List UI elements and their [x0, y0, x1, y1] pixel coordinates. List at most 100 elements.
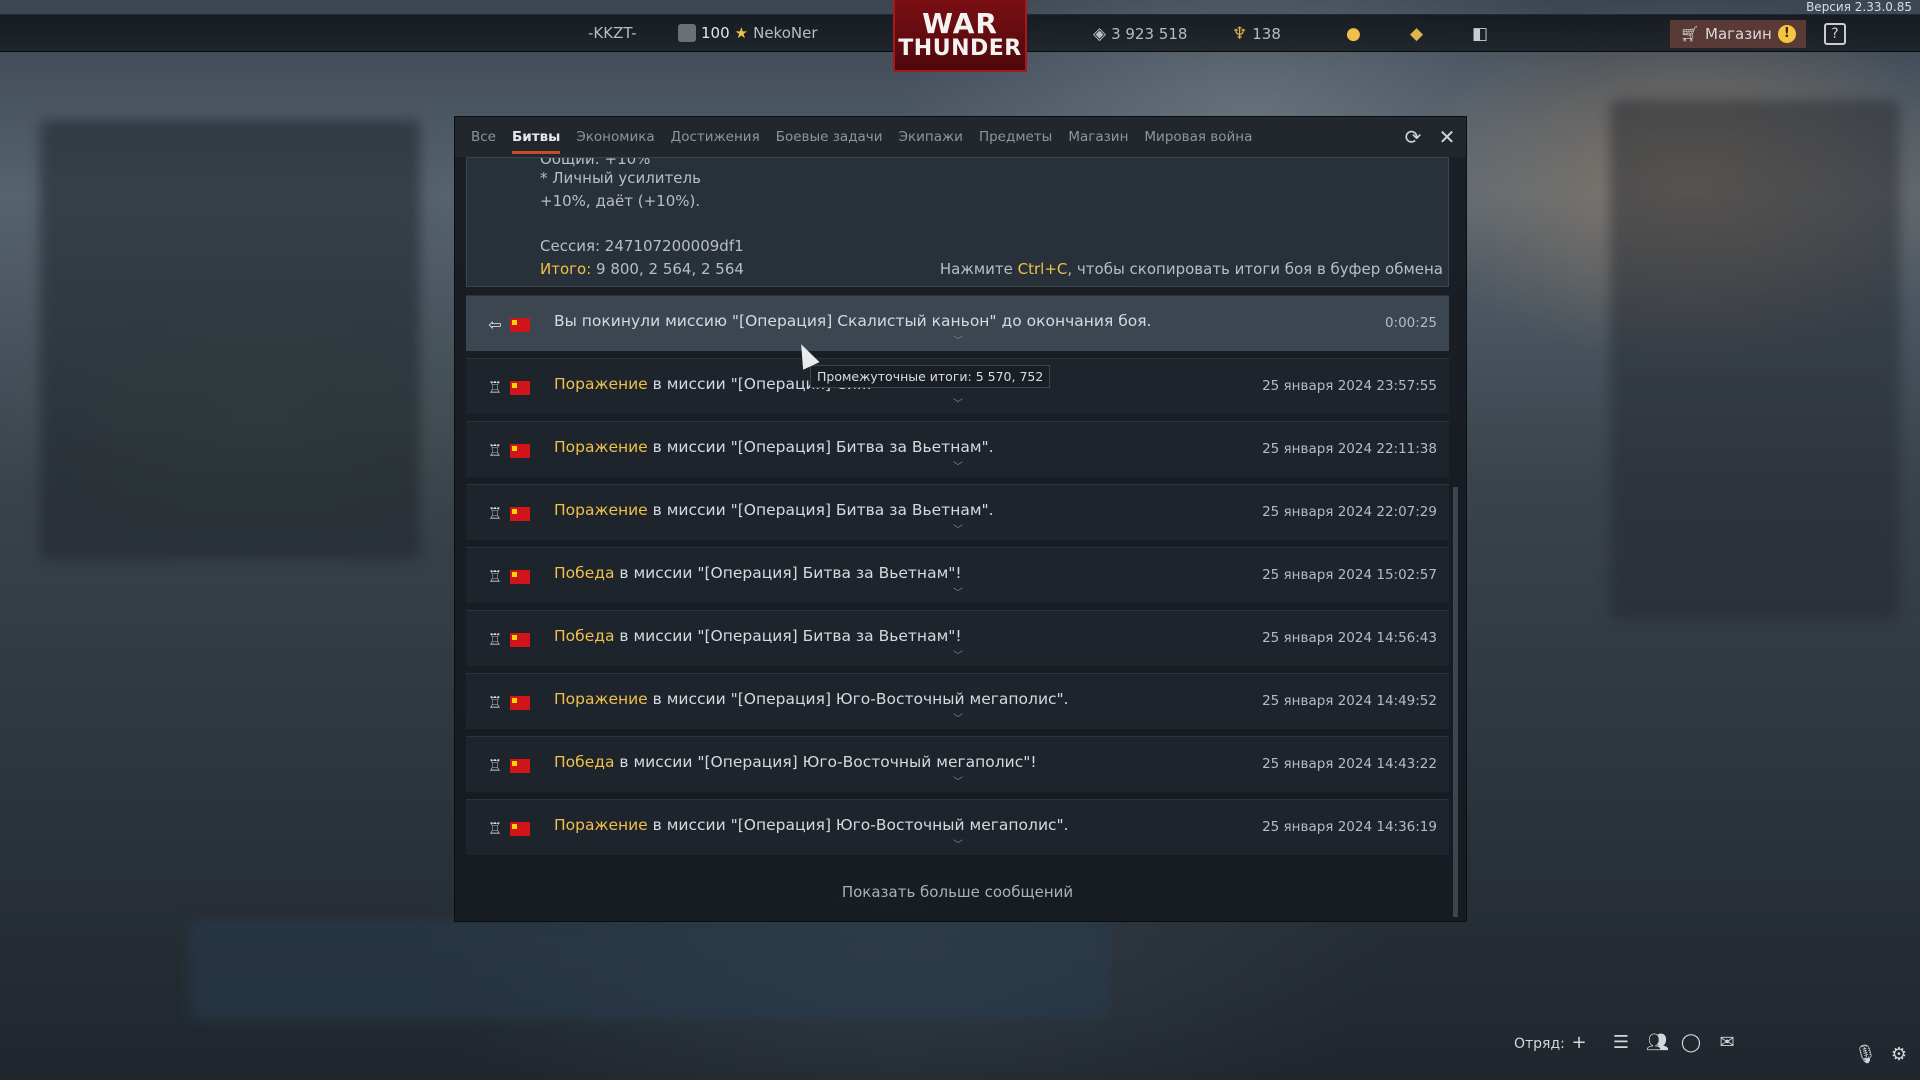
battle-log-dialog: Все Битвы Экономика Достижения Боевые за… [454, 116, 1467, 922]
golden-eagles-counter[interactable]: ♆ 138 [1232, 24, 1281, 44]
gear-icon: ⚙ [1890, 1044, 1908, 1065]
row-time: 25 января 2024 14:36:19 [1262, 819, 1437, 835]
question-icon: ? [1831, 26, 1839, 42]
trophy-icon: ♖ [487, 378, 503, 397]
research-points-button[interactable]: ● [1346, 24, 1361, 44]
china-flag-icon [510, 444, 530, 458]
battle-row[interactable]: ♖ Поражение в миссии "[Операция] Юго-Вост… [466, 673, 1449, 729]
coupon-icon: ◧ [1472, 24, 1489, 44]
row-result: Поражение [554, 438, 648, 456]
mail-icon: ✉ [1719, 1032, 1735, 1053]
chevron-down-icon[interactable]: ﹀ [953, 584, 963, 599]
battle-row[interactable]: ♖ Победа в миссии "[Операция] Юго-Восточн… [466, 736, 1449, 792]
battle-row[interactable]: ♖ Поражение в миссии "[Операция] Битва за… [466, 421, 1449, 477]
player-nickname: NekoNer [753, 24, 818, 42]
battle-row[interactable]: ♖ Победа в миссии "[Операция] Битва за Вь… [466, 547, 1449, 603]
tab-battles[interactable]: Битвы [504, 117, 568, 157]
exit-arrow-icon: ⇦ [488, 315, 502, 334]
row-text: в миссии "[Операция] Битва за Вьетнам"! [614, 564, 962, 582]
row-time: 25 января 2024 14:56:43 [1262, 630, 1437, 646]
trophy-icon: ♖ [487, 567, 503, 586]
background-panel-right [1610, 100, 1900, 620]
china-flag-icon [510, 507, 530, 521]
microphone-button[interactable]: 🎙︎ [1854, 1044, 1877, 1066]
chevron-down-icon[interactable]: ﹀ [953, 710, 963, 725]
tab-battle-tasks[interactable]: Боевые задачи [768, 117, 891, 157]
coupon-button[interactable]: ◧ [1472, 24, 1488, 44]
chevron-down-icon[interactable]: ﹀ [953, 521, 963, 536]
microphone-icon: 🎙︎ [1854, 1044, 1877, 1065]
row-result: Поражение [554, 816, 648, 834]
refresh-button[interactable]: ⟳ [1402, 126, 1424, 148]
premium-button[interactable]: ◆ [1410, 24, 1423, 44]
chevron-down-icon[interactable]: ﹀ [953, 836, 963, 851]
trophy-icon: ♖ [487, 441, 503, 460]
row-text: в миссии "[Операция] Юго-Восточный мегап… [614, 753, 1037, 771]
row-result: Победа [554, 627, 615, 645]
interim-results-tooltip: Промежуточные итоги: 5 570, 752 [810, 365, 1051, 388]
close-button[interactable]: ✕ [1436, 126, 1458, 148]
row-time: 25 января 2024 23:57:55 [1262, 378, 1437, 394]
battle-row[interactable]: ♖ Победа в миссии "[Операция] Битва за Вь… [466, 610, 1449, 666]
contacts-button[interactable]: 👥︎ [1646, 1032, 1669, 1054]
chevron-down-icon[interactable]: ﹀ [953, 458, 963, 473]
row-time: 25 января 2024 22:11:38 [1262, 441, 1437, 457]
tab-economy[interactable]: Экономика [568, 117, 662, 157]
chat-button[interactable]: ◯ [1680, 1032, 1702, 1054]
row-result: Поражение [554, 375, 648, 393]
mail-button[interactable]: ✉ [1716, 1032, 1738, 1054]
settings-button[interactable]: ⚙ [1888, 1044, 1910, 1066]
bulb-icon: ● [1346, 24, 1361, 44]
row-message: Победа в миссии "[Операция] Юго-Восточны… [554, 753, 1037, 771]
row-message: Поражение в миссии "[Операция] Битва за … [554, 501, 994, 519]
tab-world-war[interactable]: Мировая война [1136, 117, 1260, 157]
row-icons: ♖ [486, 694, 530, 712]
chevron-down-icon[interactable]: ﹀ [953, 773, 963, 788]
row-time: 25 января 2024 15:02:57 [1262, 567, 1437, 583]
show-more-button[interactable]: Показать больше сообщений [466, 862, 1449, 922]
china-flag-icon [510, 570, 530, 584]
help-button[interactable]: ? [1824, 23, 1846, 45]
battle-row[interactable]: ♖ Поражение в миссии "[Операция] Битва за… [466, 484, 1449, 540]
row-result: Поражение [554, 501, 648, 519]
details-booster-gain: +10%, даёт (+10%). [540, 192, 701, 210]
shop-button[interactable]: 🛒︎ Магазин ! [1670, 20, 1806, 48]
bottom-bar: Отряд: + ☰ 👥︎ ◯ ✉ 🎙︎ ⚙ [0, 1020, 1920, 1080]
refresh-icon: ⟳ [1404, 125, 1422, 149]
game-logo[interactable]: WAR THUNDER [893, 0, 1027, 72]
trophy-icon: ♖ [487, 630, 503, 649]
copy-hint-key: Ctrl+C [1017, 260, 1068, 278]
row-icons: ♖ [486, 631, 530, 649]
row-message: Поражение в миссии "[Операция] Юго-Восто… [554, 690, 1069, 708]
tab-achievements[interactable]: Достижения [663, 117, 768, 157]
details-session: Сессия: 247107200009df1 [540, 237, 744, 255]
row-message: Победа в миссии "[Операция] Битва за Вье… [554, 564, 962, 582]
golden-eagles-icon: ♆ [1232, 24, 1248, 44]
list-icon: ☰ [1612, 1032, 1630, 1053]
tab-all[interactable]: Все [463, 117, 504, 157]
row-time: 0:00:25 [1384, 315, 1437, 331]
battle-row[interactable]: ♖ Поражение в миссии "[Операция] Юго-Вост… [466, 799, 1449, 855]
tab-crews[interactable]: Экипажи [891, 117, 971, 157]
battle-row[interactable]: ⇦ Вы покинули миссию "[Операция] Скалисты… [466, 295, 1449, 351]
tab-shop[interactable]: Магазин [1060, 117, 1136, 157]
china-flag-icon [510, 759, 530, 773]
cart-icon: 🛒︎ [1680, 25, 1700, 43]
star-icon: ★ [734, 24, 749, 42]
profile-button[interactable]: 100 ★ NekoNer [678, 24, 818, 42]
list-button[interactable]: ☰ [1610, 1032, 1632, 1054]
chevron-down-icon[interactable]: ﹀ [953, 395, 963, 410]
silver-lions-counter[interactable]: ◈ 3 923 518 [1093, 24, 1187, 44]
add-squad-member-button[interactable]: + [1568, 1032, 1590, 1054]
tab-items[interactable]: Предметы [971, 117, 1060, 157]
scrollbar[interactable] [1453, 487, 1458, 917]
china-flag-icon [510, 633, 530, 647]
china-flag-icon [510, 696, 530, 710]
row-icons: ♖ [486, 379, 530, 397]
copy-hint-prefix: Нажмите [939, 260, 1018, 278]
avatar [678, 24, 696, 42]
details-line-cut: Общий: +10% [540, 157, 651, 168]
chevron-down-icon[interactable]: ﹀ [953, 332, 963, 347]
chevron-down-icon[interactable]: ﹀ [953, 647, 963, 662]
clan-tag[interactable]: -KKZT- [588, 24, 637, 42]
